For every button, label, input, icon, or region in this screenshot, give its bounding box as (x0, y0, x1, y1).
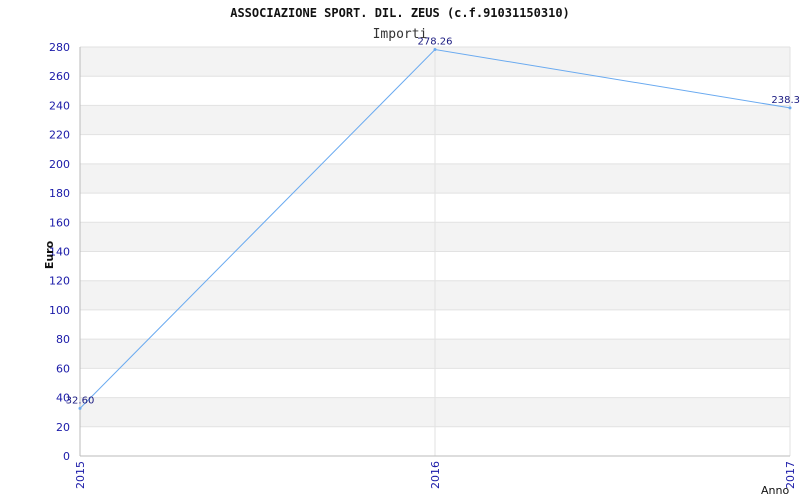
y-tick-label: 80 (56, 333, 70, 346)
data-label: 238.3 (771, 95, 800, 106)
y-tick-label: 180 (49, 187, 70, 200)
x-tick-label: 2015 (74, 461, 87, 489)
y-tick-label: 60 (56, 362, 70, 375)
x-tick-label: 2016 (429, 461, 442, 489)
y-tick-label: 100 (49, 304, 70, 317)
y-tick-label: 0 (63, 450, 70, 463)
y-tick-label: 260 (49, 70, 70, 83)
line-chart: 020406080100120140160180200220240260280 … (43, 6, 800, 497)
y-axis-label: Euro (43, 240, 56, 269)
data-label: 32.60 (66, 395, 95, 406)
chart-title: ASSOCIAZIONE SPORT. DIL. ZEUS (c.f.91031… (230, 6, 570, 20)
y-tick-label: 220 (49, 129, 70, 142)
data-point (78, 406, 82, 410)
x-axis-label: Anno (761, 484, 789, 497)
x-tick-labels: 2015 2016 2017 (74, 461, 797, 489)
data-point (788, 106, 792, 110)
y-tick-label: 200 (49, 158, 70, 171)
y-tick-label: 20 (56, 421, 70, 434)
data-point (433, 48, 437, 52)
y-tick-label: 240 (49, 99, 70, 112)
y-tick-label: 280 (49, 41, 70, 54)
y-tick-label: 120 (49, 275, 70, 288)
chart-subtitle: Importi (373, 27, 428, 42)
y-tick-label: 160 (49, 216, 70, 229)
